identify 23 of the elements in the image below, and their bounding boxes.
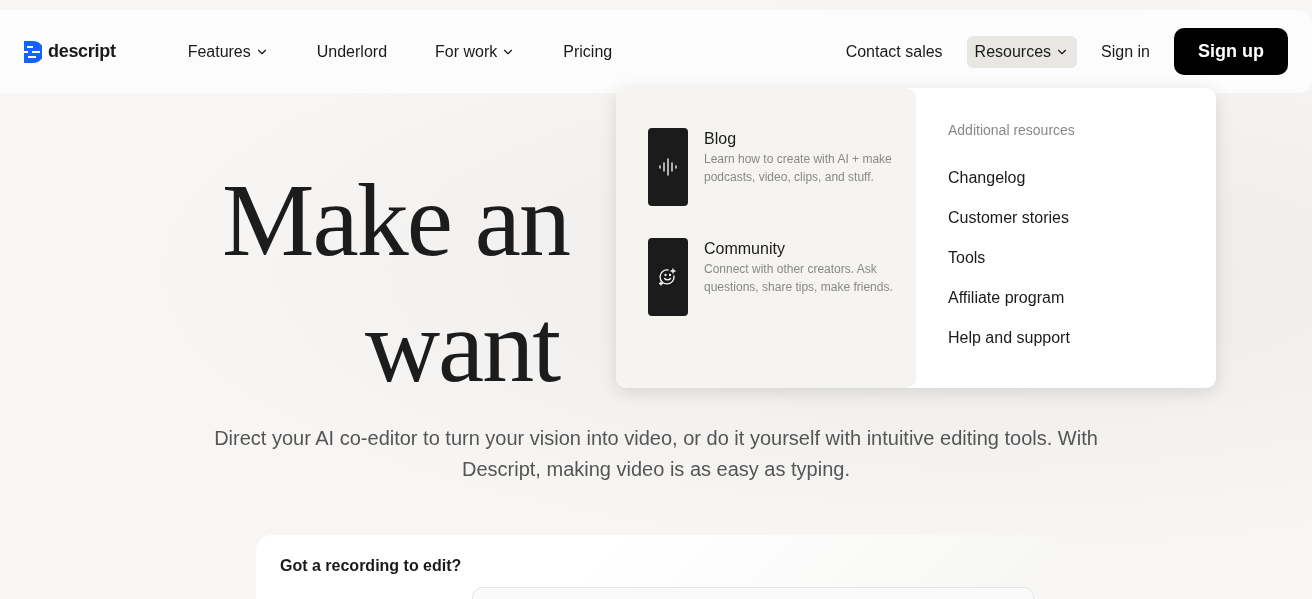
menu-link[interactable]: Tools (948, 238, 1075, 278)
hero-headline: Make an (222, 161, 569, 279)
nav-link[interactable]: For work (427, 35, 524, 68)
nav-link[interactable]: Resources (966, 35, 1078, 68)
nav-link[interactable]: Features (179, 35, 277, 68)
nav-link[interactable]: Pricing (555, 35, 621, 68)
hero-subtitle: Direct your AI co-editor to turn your vision into video, or do it yourself with intuitive editing tools. With Descript, making video is as easy as typing. (213, 426, 1099, 482)
nav-link[interactable]: Contact sales (837, 35, 951, 68)
menu-item-title[interactable]: Blog (704, 128, 894, 148)
nav-link[interactable]: Underlord (308, 35, 396, 68)
menu-link[interactable]: Affiliate program (948, 278, 1075, 318)
menu-item-description: Connect with other creators. Ask questions, share tips, make friends. (704, 261, 894, 296)
menu-link[interactable]: Help and support (948, 318, 1075, 358)
nav-link[interactable]: Sign in (1093, 35, 1158, 68)
section-heading: Additional resources (948, 122, 1075, 138)
menu-link[interactable]: Customer stories (948, 198, 1075, 238)
menu-link[interactable]: Changelog (948, 158, 1075, 198)
sign-up-button[interactable]: Sign up (1174, 28, 1288, 75)
menu-item-title[interactable]: Community (704, 238, 894, 258)
card-title: Got a recording to edit? (280, 557, 462, 574)
logo-wordmark[interactable]: descript (48, 41, 116, 62)
menu-item-description: Learn how to create with AI + make podcasts, video, clips, and stuff. (704, 151, 893, 186)
hero-headline: want (365, 287, 560, 405)
